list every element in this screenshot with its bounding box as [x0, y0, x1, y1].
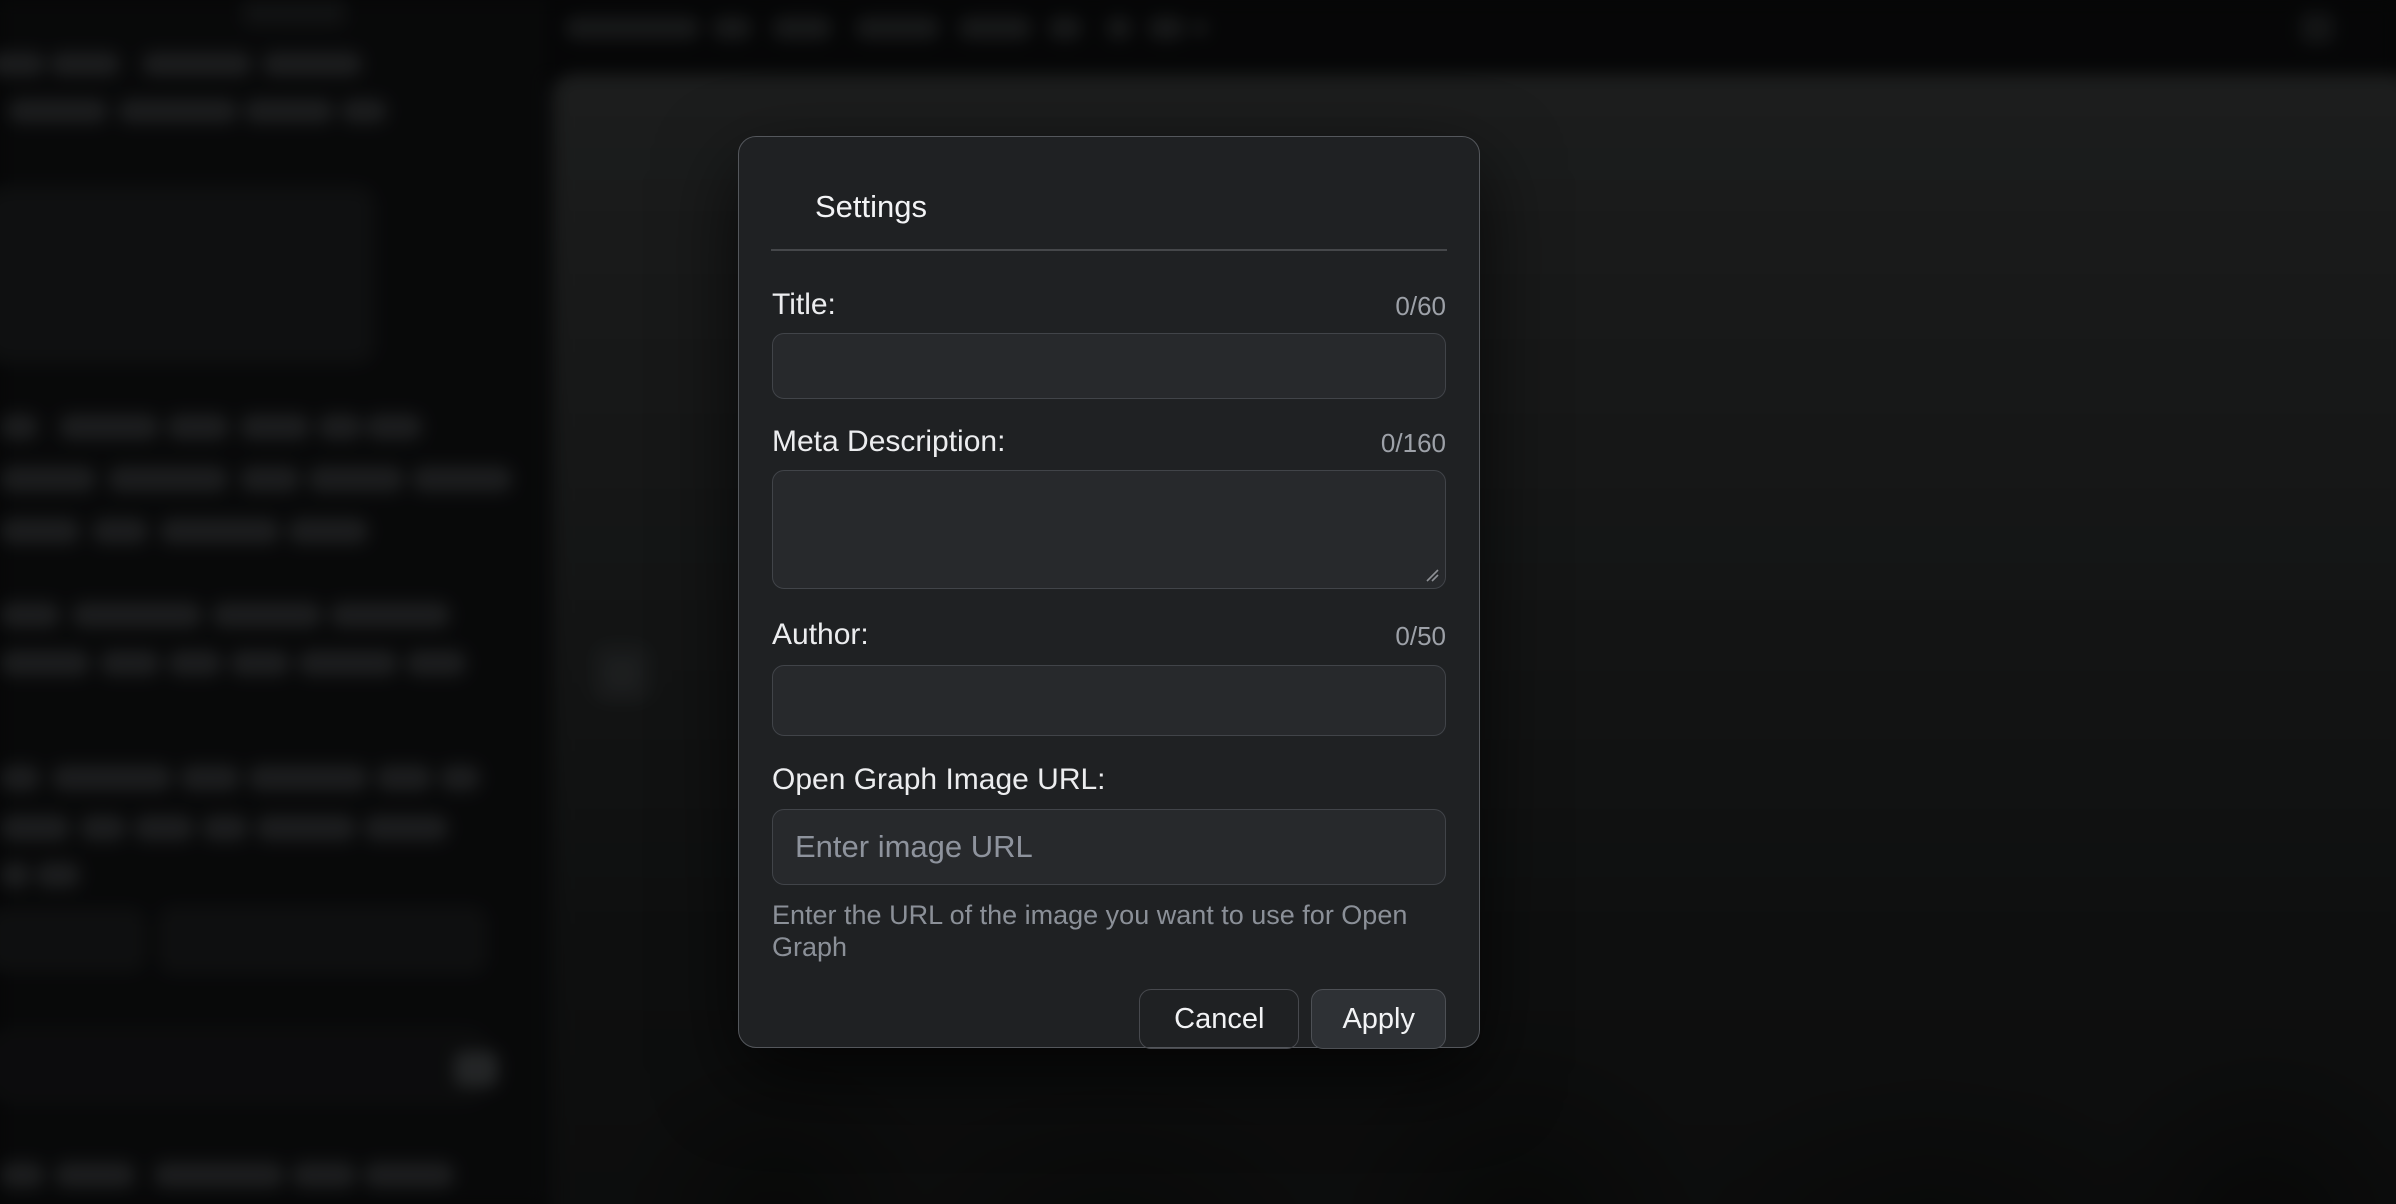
header-divider	[771, 249, 1447, 251]
og-image-field-group: Open Graph Image URL: Enter the URL of t…	[772, 764, 1446, 963]
author-char-counter: 0/50	[1395, 621, 1446, 651]
author-label: Author:	[772, 619, 869, 651]
title-input[interactable]	[772, 333, 1446, 399]
settings-dialog: Settings Title: 0/60 Meta Description: 0…	[738, 136, 1480, 1048]
dialog-title: Settings	[815, 189, 1479, 225]
author-input[interactable]	[772, 665, 1446, 736]
screen: Settings Title: 0/60 Meta Description: 0…	[0, 0, 2396, 1204]
meta-description-char-counter: 0/160	[1381, 428, 1446, 458]
dialog-body: Title: 0/60 Meta Description: 0/160	[739, 289, 1479, 1049]
meta-description-label: Meta Description:	[772, 426, 1005, 458]
meta-description-field-group: Meta Description: 0/160	[772, 426, 1446, 589]
og-image-url-label: Open Graph Image URL:	[772, 764, 1106, 796]
title-label: Title:	[772, 289, 836, 321]
title-field-group: Title: 0/60	[772, 289, 1446, 399]
title-char-counter: 0/60	[1395, 291, 1446, 321]
resize-handle-icon[interactable]	[1423, 566, 1439, 582]
og-image-helper-text: Enter the URL of the image you want to u…	[772, 899, 1446, 963]
og-image-url-input[interactable]	[772, 809, 1446, 885]
dialog-actions: Cancel Apply	[772, 989, 1446, 1049]
meta-description-textarea[interactable]	[772, 470, 1446, 589]
apply-button[interactable]: Apply	[1311, 989, 1446, 1049]
cancel-button[interactable]: Cancel	[1139, 989, 1299, 1049]
author-field-group: Author: 0/50	[772, 619, 1446, 736]
